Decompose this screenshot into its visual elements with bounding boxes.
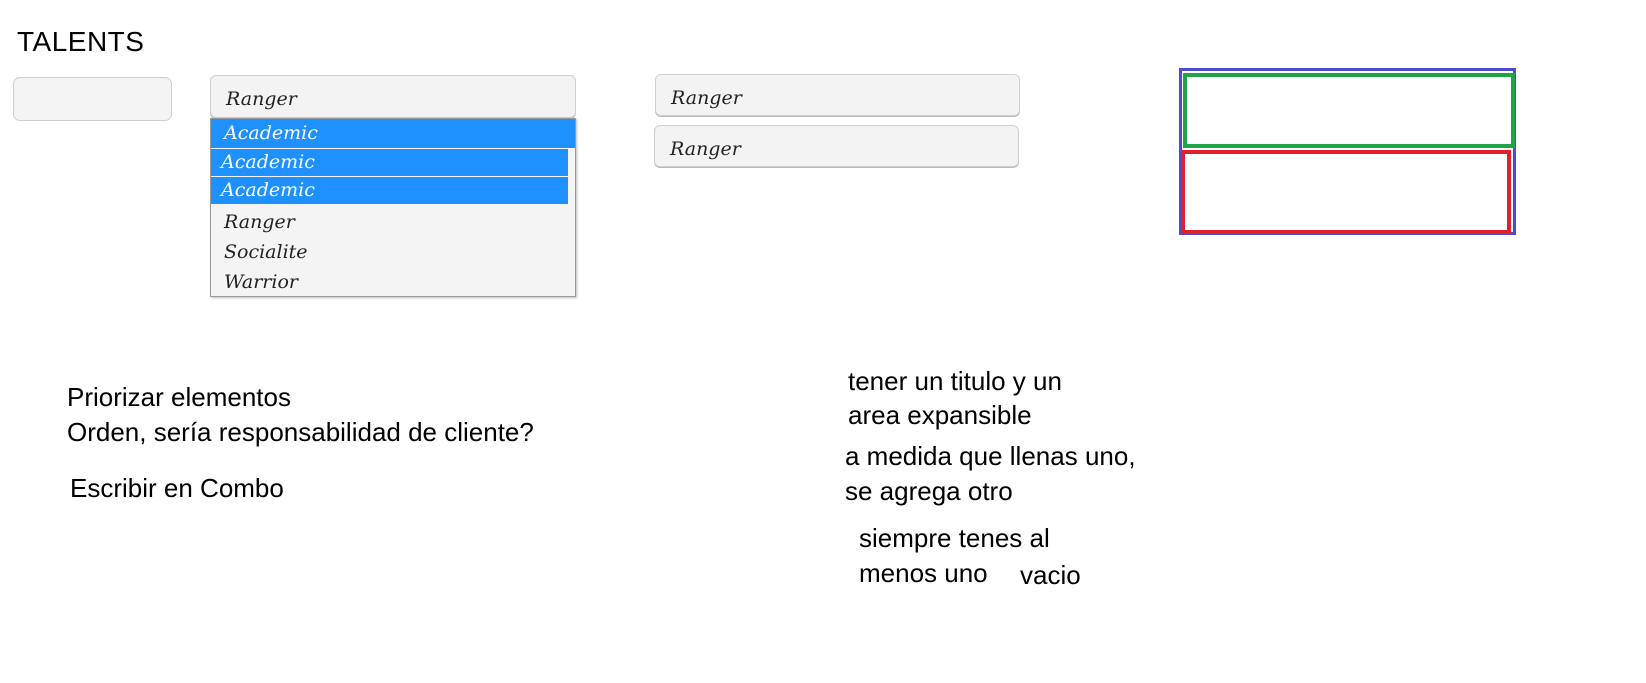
- note-text: tener un titulo y un: [848, 366, 1062, 396]
- page-title: TALENTS: [17, 26, 145, 57]
- note-text: se agrega otro: [845, 476, 1013, 506]
- note-text: Priorizar elementos: [67, 382, 291, 412]
- note-text: vacio: [1020, 560, 1081, 590]
- combo-value: Ranger: [671, 87, 742, 109]
- expandable-area-content-box: [1181, 150, 1511, 234]
- dropdown-option[interactable]: Academic: [211, 149, 568, 176]
- dropdown-option[interactable]: Academic: [211, 177, 568, 204]
- talent-combo-filled[interactable]: Ranger: [655, 74, 1020, 116]
- dropdown-option[interactable]: Academic: [211, 119, 575, 148]
- note-text: area expansible: [848, 400, 1032, 430]
- note-text: a medida que llenas uno,: [845, 441, 1136, 471]
- note-text: Escribir en Combo: [70, 473, 284, 503]
- empty-text-field[interactable]: [13, 77, 172, 121]
- note-text: menos uno: [859, 558, 988, 588]
- combo-value: Ranger: [226, 88, 297, 110]
- expandable-area-title-box: [1183, 73, 1515, 148]
- combo-value: Ranger: [670, 138, 741, 160]
- dropdown-option[interactable]: Ranger: [211, 209, 575, 237]
- dropdown-option[interactable]: Warrior: [211, 269, 575, 296]
- note-text: Orden, sería responsabilidad de cliente?: [67, 417, 534, 447]
- talent-combo-main[interactable]: Ranger: [210, 75, 576, 118]
- talent-combo-filled[interactable]: Ranger: [654, 125, 1019, 167]
- note-text: siempre tenes al: [859, 523, 1050, 553]
- dropdown-option[interactable]: Socialite: [211, 239, 575, 267]
- talent-dropdown-list: Academic Academic Academic Ranger Social…: [210, 118, 576, 297]
